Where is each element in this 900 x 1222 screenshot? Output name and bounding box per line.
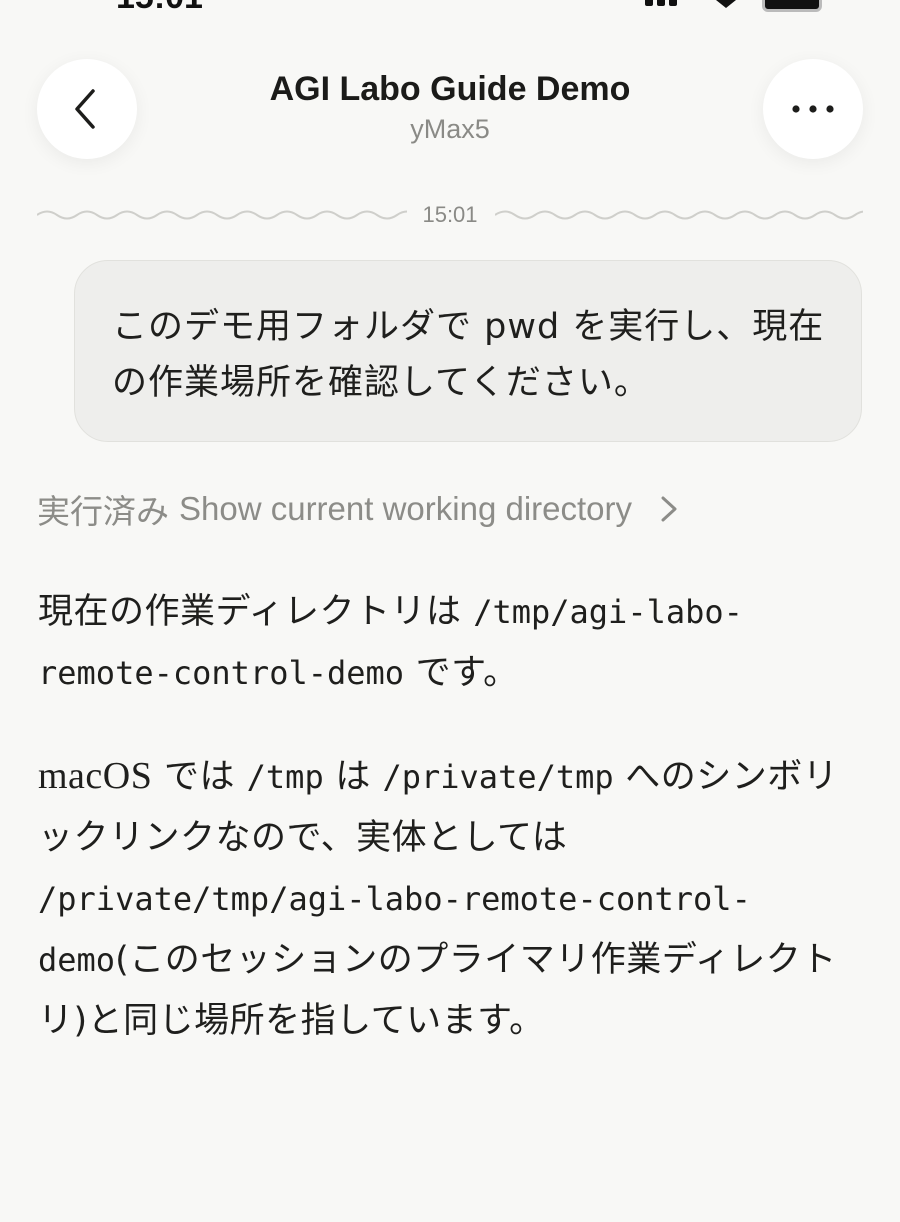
- signal-icon: [645, 0, 689, 6]
- divider-time: 15:01: [422, 202, 478, 227]
- chevron-right-icon: [658, 494, 680, 524]
- code-span: /private/tmp: [382, 758, 614, 796]
- wavy-line-left: [37, 210, 407, 220]
- text-span: です。: [404, 653, 519, 693]
- wifi-icon: [716, 0, 736, 8]
- text-span: macOS: [38, 755, 153, 797]
- ellipsis-icon: [792, 105, 834, 113]
- tool-call-row[interactable]: 実行済み Show current working directory: [37, 486, 797, 532]
- tool-call-status: 実行済み: [37, 493, 169, 530]
- chevron-left-icon: [75, 89, 95, 129]
- page-title: AGI Labo Guide Demo: [269, 70, 631, 108]
- code-span: /tmp: [246, 758, 324, 796]
- assistant-paragraph-2: macOS では /tmp は /private/tmp へのシンボリックリンク…: [38, 746, 858, 1052]
- assistant-paragraph-1: 現在の作業ディレクトリは /tmp/agi-labo-remote-contro…: [38, 582, 858, 704]
- status-bar: 15:01: [0, 0, 900, 14]
- user-message-text: このデモ用フォルダで pwd を実行し、現在の作業場所を確認してください。: [112, 307, 825, 403]
- back-button[interactable]: [37, 59, 137, 159]
- battery-icon: [762, 0, 822, 12]
- text-span: (このセッションのプライマリ作業ディレクトリ)と同じ場所を指しています。: [38, 940, 837, 1041]
- text-span: 現在の作業ディレクトリは: [38, 592, 474, 632]
- time-divider: 15:01: [37, 200, 863, 230]
- user-message-bubble: このデモ用フォルダで pwd を実行し、現在の作業場所を確認してください。: [74, 260, 862, 442]
- tool-call-label: Show current working directory: [179, 490, 633, 527]
- text-span: では: [152, 757, 247, 797]
- page-subtitle: yMax5: [410, 114, 490, 144]
- text-span: は: [323, 757, 383, 797]
- status-time: 15:01: [116, 0, 203, 14]
- more-options-button[interactable]: [763, 59, 863, 159]
- wavy-line-right: [495, 210, 863, 220]
